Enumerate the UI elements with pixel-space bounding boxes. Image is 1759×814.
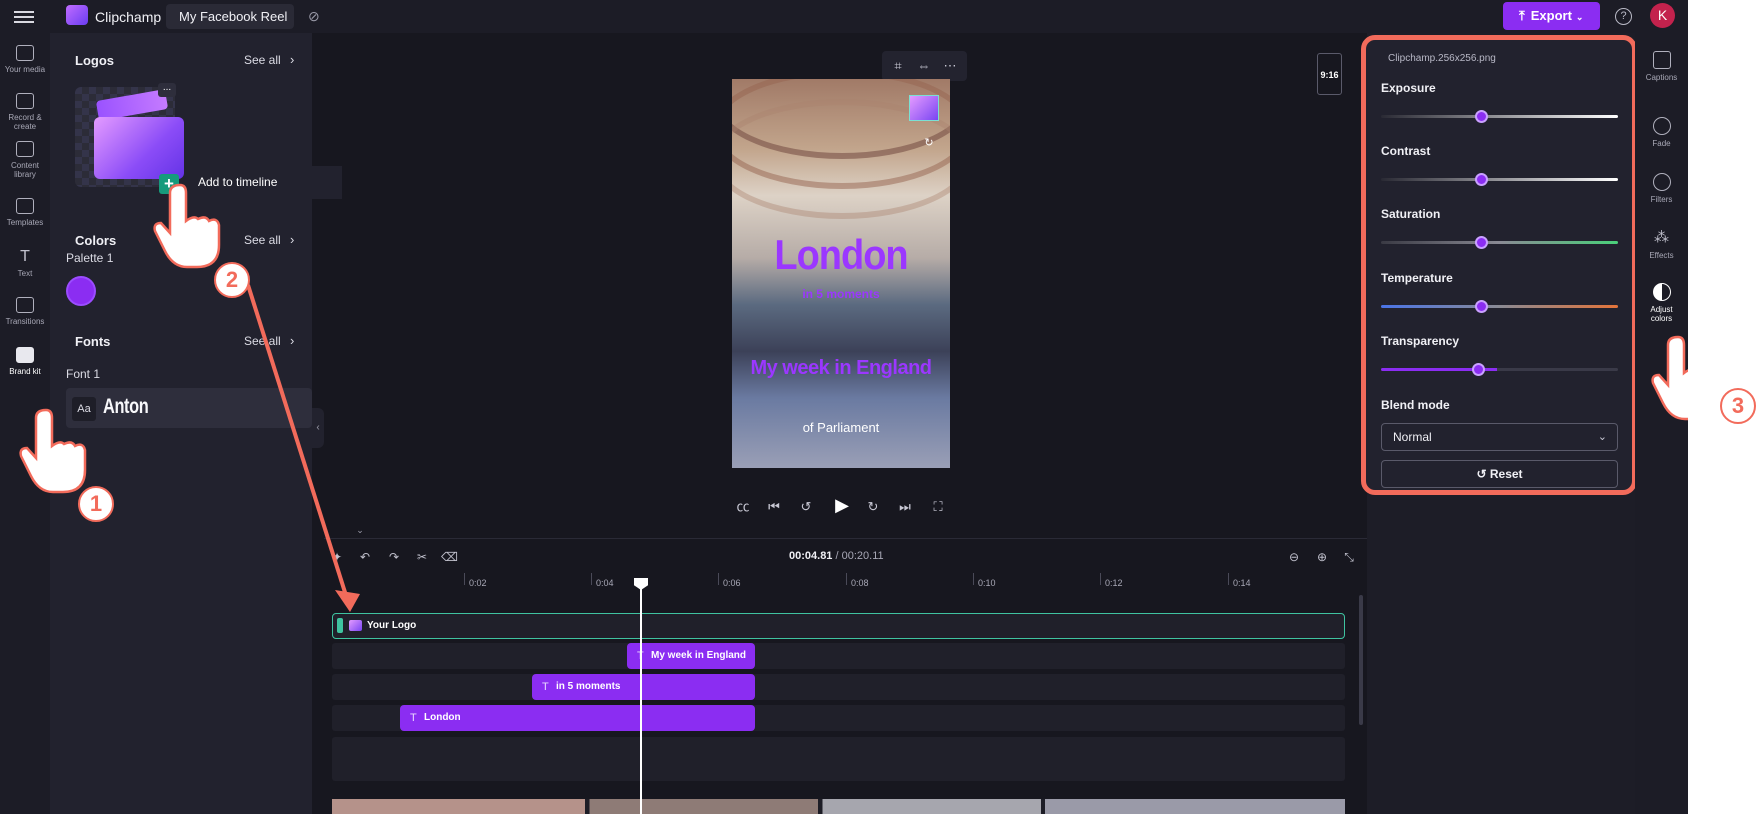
callout-arrow-line xyxy=(246,284,351,606)
callout-badge-1: 1 xyxy=(78,486,114,522)
callout-arrow-head xyxy=(335,590,360,612)
callout-arrows xyxy=(19,183,1688,612)
clipchamp-editor: Clipchamp My Facebook Reel ⊘ ⤒ Export ⌄ ? … xyxy=(0,0,1688,814)
hand-cursor-3 xyxy=(1651,335,1688,421)
hand-cursor-2 xyxy=(153,183,221,269)
hand-cursor-1 xyxy=(19,408,87,494)
callout-badge-2: 2 xyxy=(214,262,250,298)
callout-badge-3: 3 xyxy=(1720,388,1756,424)
